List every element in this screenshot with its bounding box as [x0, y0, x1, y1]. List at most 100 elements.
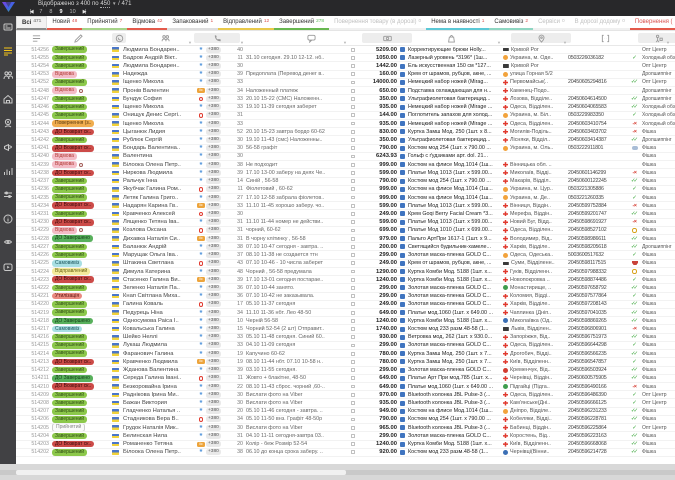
table-row[interactable]: 514207 Завершений Гладченко Наталья .. *…	[16, 408, 675, 416]
order-items-icon[interactable]	[351, 302, 356, 306]
tab-в-дорозі-додому[interactable]: В дорозі додому0	[570, 16, 630, 30]
page-number[interactable]: 10	[70, 9, 76, 15]
order-items-icon[interactable]	[351, 401, 356, 405]
table-row[interactable]: 514229 Відмова Козлова Оксана +380 31 чо…	[16, 227, 675, 235]
phone-prefix-badge[interactable]: +380	[206, 178, 221, 184]
table-row[interactable]: 514218 ДО Завершено Односумова Раіса І..…	[16, 317, 675, 325]
tab-прийнятий[interactable]: Прийнятий7	[82, 16, 127, 30]
table-row[interactable]: 514223 ДО Возврат ск.. Стасенко Галина В…	[16, 276, 675, 284]
filter-chevron-icon[interactable]: ▼	[188, 40, 192, 45]
table-row[interactable]: 514242 Завершений Рублюк Сергій * +380 3…	[16, 136, 675, 144]
phone-prefix-badge[interactable]: +380	[206, 408, 221, 414]
table-row[interactable]: 514225 Самовивіз Штакина Светлана +380 4…	[16, 260, 675, 268]
phone-prefix-badge[interactable]: +380	[206, 384, 221, 390]
table-row[interactable]: 514254 Завершений Людмила Бондарен.. * +…	[16, 62, 675, 70]
phone-prefix-badge[interactable]: +380	[206, 71, 221, 77]
phone-prefix-badge[interactable]: +380	[206, 416, 221, 422]
tab-всі[interactable]: Всі471	[16, 16, 47, 30]
order-items-icon[interactable]	[351, 113, 356, 117]
phone-prefix-badge[interactable]: +380	[206, 301, 221, 307]
phone-prefix-badge[interactable]: +380	[206, 342, 221, 348]
order-items-icon[interactable]	[351, 344, 356, 348]
phone-prefix-badge[interactable]: +380	[206, 441, 221, 447]
tab-повернення-[interactable]: Повернення (	[630, 16, 675, 30]
table-row[interactable]: 514240 Відмова Валентина * +380 30 6243.…	[16, 153, 675, 161]
order-items-icon[interactable]	[351, 385, 356, 389]
page-number[interactable]: 9	[59, 9, 62, 15]
order-items-icon[interactable]	[351, 237, 356, 241]
phone-column-icon[interactable]	[194, 33, 240, 43]
phone-prefix-badge[interactable]: +380	[206, 55, 221, 61]
sidebar-item-video-tutorials-icon[interactable]	[3, 261, 14, 272]
order-items-icon[interactable]	[351, 426, 356, 430]
order-items-icon[interactable]	[351, 418, 356, 422]
phone-prefix-badge[interactable]: +380	[206, 137, 221, 143]
table-row[interactable]: 514228 ДО Завершено Дихавка Наталія Си..…	[16, 235, 675, 243]
table-row[interactable]: 514241 ДО Возврат ск.. Бондарь Валентина…	[16, 145, 675, 153]
order-items-icon[interactable]	[351, 286, 356, 290]
order-items-icon[interactable]	[351, 196, 356, 200]
order-items-icon[interactable]	[351, 122, 356, 126]
table-row[interactable]: 514208 Завершений Бажан Виктория * +380 …	[16, 399, 675, 407]
phone-prefix-badge[interactable]: +380	[206, 170, 221, 176]
order-items-icon[interactable]	[351, 335, 356, 339]
sidebar-item-orders-icon[interactable]	[3, 45, 14, 56]
phone-prefix-badge[interactable]: +380	[206, 88, 221, 94]
table-row[interactable]: 514230 ДО Возврат ск.. Лященко Тетяна Ів…	[16, 219, 675, 227]
table-row[interactable]: 514213 ДО Возврат ск.. Кравченко Людмила…	[16, 358, 675, 366]
order-items-icon[interactable]	[351, 72, 356, 76]
sidebar-item-warehouse-icon[interactable]	[3, 93, 14, 104]
phone-prefix-badge[interactable]: +380	[206, 260, 221, 266]
customer-column-icon[interactable]	[158, 33, 172, 43]
sidebar-item-finance-icon[interactable]	[3, 117, 14, 128]
phone-prefix-badge[interactable]: +380	[206, 269, 221, 275]
order-items-icon[interactable]	[351, 97, 356, 101]
table-row[interactable]: 514212 Завершений Жданова Валентина * +3…	[16, 367, 675, 375]
tab-відмова[interactable]: Відмова42	[127, 16, 167, 30]
table-row[interactable]: 514247 Завершений Бундук София +380 33 2…	[16, 95, 675, 103]
order-items-icon[interactable]	[351, 294, 356, 298]
order-items-icon[interactable]	[351, 360, 356, 364]
order-items-icon[interactable]	[351, 81, 356, 85]
order-items-icon[interactable]	[351, 278, 356, 282]
phone-prefix-badge[interactable]: +380	[206, 219, 221, 225]
phone-prefix-badge[interactable]: +380	[206, 96, 221, 102]
phone-prefix-badge[interactable]: +380	[206, 129, 221, 135]
order-items-icon[interactable]	[351, 155, 356, 159]
table-row[interactable]: 514205 Прийнятий Грудок Наталія Мик.. * …	[16, 424, 675, 432]
order-items-icon[interactable]	[351, 311, 356, 315]
phone-prefix-badge[interactable]: +380	[206, 433, 221, 439]
first-page-button[interactable]: |◀	[30, 9, 32, 15]
table-row[interactable]: 514204 Завершений Белинская Нила * +380 …	[16, 432, 675, 440]
table-row[interactable]: 514203 ДО Возврат ск.. Романенко Тетяна …	[16, 441, 675, 449]
phone-prefix-badge[interactable]: +380	[206, 47, 221, 53]
table-row[interactable]: 514206 Завершений Стадникова Вера В.. +3…	[16, 416, 675, 424]
page-number[interactable]: 7	[39, 9, 42, 15]
phone-prefix-badge[interactable]: +380	[206, 162, 221, 168]
order-items-icon[interactable]	[351, 352, 356, 356]
filter-chevron-icon[interactable]: ▼	[666, 40, 670, 45]
tab-нема-в-наявності[interactable]: Нема в наявності1	[426, 16, 489, 30]
order-items-icon[interactable]	[351, 146, 356, 150]
tab-відправлений[interactable]: Відправлений12	[218, 16, 274, 30]
order-items-icon[interactable]	[351, 105, 356, 109]
table-row[interactable]: 514243 ДО Возврат ск.. Цыганюк Лидия * +…	[16, 128, 675, 136]
order-items-icon[interactable]	[351, 89, 356, 93]
tab-запакований[interactable]: Запакований1	[167, 16, 218, 30]
order-items-icon[interactable]	[351, 409, 356, 413]
sidebar-item-settings-sliders-icon[interactable]	[3, 189, 14, 200]
order-items-icon[interactable]	[351, 376, 356, 380]
phone-prefix-badge[interactable]: +380	[206, 310, 221, 316]
phone-prefix-badge[interactable]: +380	[206, 211, 221, 217]
table-row[interactable]: 514214 Завершений Фаранович Галина * +38…	[16, 350, 675, 358]
phone-prefix-badge[interactable]: +380	[206, 334, 221, 340]
phone-prefix-badge[interactable]: +380	[206, 375, 221, 381]
order-items-icon[interactable]	[351, 179, 356, 183]
call-column-icon[interactable]	[112, 33, 126, 43]
filter-chevron-icon[interactable]: ▼	[343, 40, 347, 45]
order-items-icon[interactable]	[351, 171, 356, 175]
table-row[interactable]: 514235 Завершений Летяк Галина Григо.. *…	[16, 194, 675, 202]
shown-range[interactable]: Відображено з 400 по 450 ▼ / 471	[38, 1, 132, 7]
table-row[interactable]: 514210 ДО Возврат ск.. Безкоровайна Ірин…	[16, 383, 675, 391]
phone-prefix-badge[interactable]: +380	[206, 326, 221, 332]
